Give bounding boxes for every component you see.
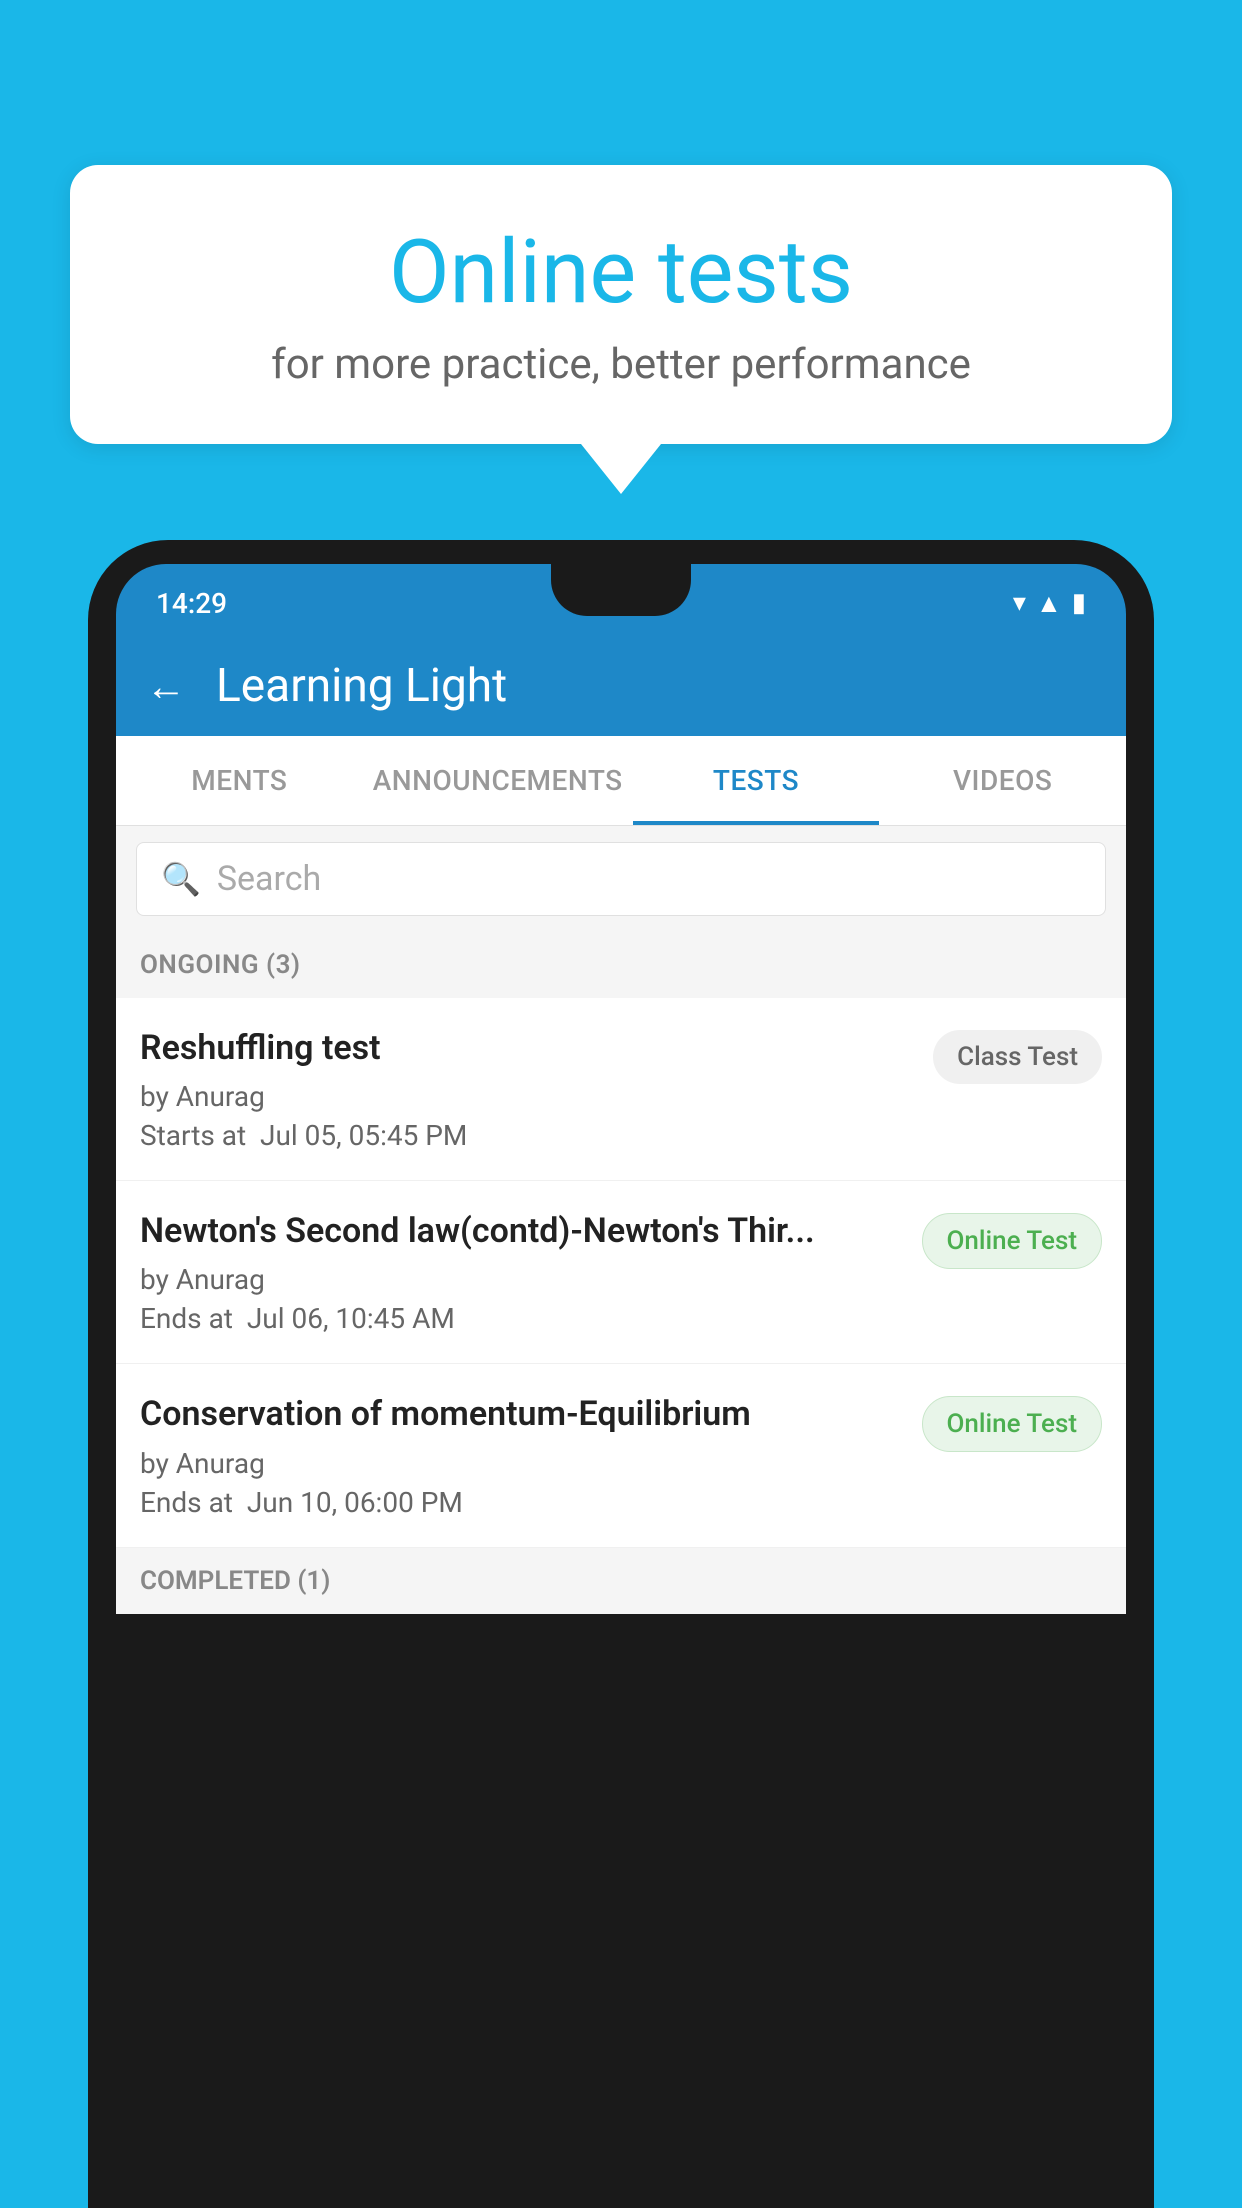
status-time: 14:29 [156,587,227,620]
speech-bubble-arrow [581,444,661,494]
app-title: Learning Light [216,659,507,713]
phone-container: 14:29 ▾ ▲ ▮ ← Learning Light MENTS ANNOU [88,540,1154,2208]
speech-bubble: Online tests for more practice, better p… [70,165,1172,444]
test-badge-3: Online Test [922,1396,1103,1452]
battery-icon: ▮ [1072,588,1086,618]
test-date-2: Ends at Jul 06, 10:45 AM [140,1302,902,1335]
speech-bubble-container: Online tests for more practice, better p… [70,165,1172,494]
test-author-3: by Anurag [140,1447,902,1480]
search-bar[interactable]: 🔍 Search [136,842,1106,916]
test-name-2: Newton's Second law(contd)-Newton's Thir… [140,1209,902,1253]
test-item-3[interactable]: Conservation of momentum-Equilibrium by … [116,1364,1126,1547]
test-date-3: Ends at Jun 10, 06:00 PM [140,1486,902,1519]
test-name-1: Reshuffling test [140,1026,913,1070]
test-author-1: by Anurag [140,1080,913,1113]
test-item-2[interactable]: Newton's Second law(contd)-Newton's Thir… [116,1181,1126,1364]
bubble-title: Online tests [150,225,1092,322]
wifi-icon: ▾ [1013,588,1026,618]
tab-ments[interactable]: MENTS [116,736,363,825]
signal-icon: ▲ [1036,588,1062,619]
test-date-1: Starts at Jul 05, 05:45 PM [140,1119,913,1152]
test-info-3: Conservation of momentum-Equilibrium by … [140,1392,922,1518]
search-container: 🔍 Search [116,826,1126,932]
search-icon: 🔍 [161,860,201,898]
app-header: ← Learning Light [116,636,1126,736]
test-badge-2: Online Test [922,1213,1103,1269]
completed-label: COMPLETED (1) [140,1566,330,1596]
phone-notch [551,564,691,616]
test-name-3: Conservation of momentum-Equilibrium [140,1392,902,1436]
phone-screen: ← Learning Light MENTS ANNOUNCEMENTS TES… [116,636,1126,1614]
test-item-1[interactable]: Reshuffling test by Anurag Starts at Jul… [116,998,1126,1181]
ongoing-label: ONGOING (3) [140,950,301,980]
ongoing-section-header: ONGOING (3) [116,932,1126,998]
completed-section-header: COMPLETED (1) [116,1548,1126,1614]
tabs-container: MENTS ANNOUNCEMENTS TESTS VIDEOS [116,736,1126,826]
test-info-2: Newton's Second law(contd)-Newton's Thir… [140,1209,922,1335]
phone-frame: 14:29 ▾ ▲ ▮ ← Learning Light MENTS ANNOU [88,540,1154,2208]
test-info-1: Reshuffling test by Anurag Starts at Jul… [140,1026,933,1152]
search-input[interactable]: Search [217,859,321,899]
bubble-subtitle: for more practice, better performance [150,340,1092,389]
status-icons: ▾ ▲ ▮ [1013,588,1086,619]
test-badge-1: Class Test [933,1030,1102,1084]
tab-announcements[interactable]: ANNOUNCEMENTS [363,736,633,825]
back-button[interactable]: ← [146,663,186,710]
tab-videos[interactable]: VIDEOS [879,736,1126,825]
tab-tests[interactable]: TESTS [633,736,880,825]
test-author-2: by Anurag [140,1263,902,1296]
